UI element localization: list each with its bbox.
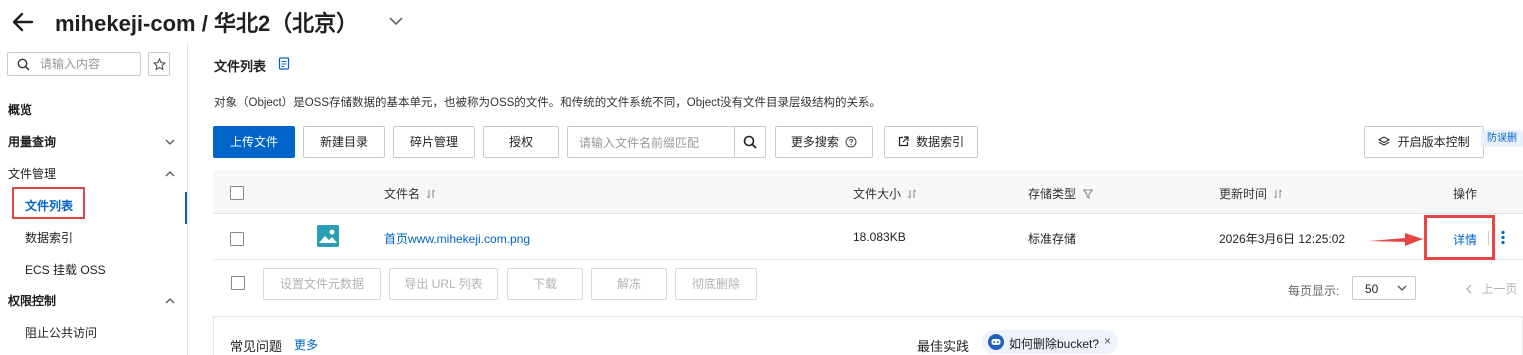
per-page-label: 每页显示:: [1288, 284, 1340, 298]
table-header: 文件名 文件大小 存储类型 更新时间 操作: [213, 170, 1523, 214]
sort-icon[interactable]: [1274, 189, 1283, 199]
file-search[interactable]: [567, 126, 766, 158]
page-title: mihekeji-com / 华北2（北京）: [55, 11, 359, 36]
storage-type: 标准存储: [1028, 232, 1077, 246]
sort-icon[interactable]: [427, 189, 436, 199]
sidebar-search-input[interactable]: [40, 55, 136, 73]
sidebar-item-usage[interactable]: 用量查询: [0, 128, 187, 156]
unfreeze-button[interactable]: 解冻: [591, 268, 667, 300]
bulk-select-checkbox[interactable]: [231, 276, 245, 290]
external-link-icon: [898, 136, 909, 147]
top-bar: mihekeji-com / 华北2（北京）: [0, 0, 1523, 44]
annotation-arrow-icon: [1369, 233, 1423, 246]
layers-icon: [1378, 136, 1391, 146]
back-arrow-icon[interactable]: [10, 9, 36, 35]
data-index-label: 数据索引: [916, 135, 965, 149]
column-header-actions: 操作: [1453, 187, 1478, 201]
chevron-left-icon: [1466, 284, 1472, 294]
column-header-label: 文件大小: [853, 187, 902, 201]
sidebar-item-block-public[interactable]: 阻止公共访问: [0, 319, 187, 347]
faq-title: 常见问题: [230, 339, 283, 354]
data-index-button[interactable]: 数据索引: [884, 126, 978, 158]
per-page-select[interactable]: 50: [1352, 276, 1416, 300]
row-checkbox[interactable]: [230, 232, 244, 246]
sidebar-item-label: ECS 挂载 OSS: [25, 263, 106, 277]
chevron-up-icon: [165, 298, 175, 304]
favorite-button[interactable]: [148, 52, 170, 76]
active-indicator: [185, 192, 187, 224]
more-vertical-icon[interactable]: [1500, 230, 1506, 245]
tag-label: 如何删除bucket?: [1009, 337, 1100, 351]
per-page-value: 50: [1365, 282, 1379, 296]
versioning-label: 开启版本控制: [1397, 135, 1470, 149]
filter-icon[interactable]: [1082, 189, 1094, 199]
star-icon: [153, 58, 166, 71]
document-icon[interactable]: [278, 57, 290, 70]
select-all-checkbox[interactable]: [230, 186, 244, 200]
chevron-down-icon[interactable]: [387, 12, 405, 30]
best-practice-tag[interactable]: 如何删除bucket? ×: [982, 330, 1118, 354]
sidebar-item-access-control[interactable]: 权限控制: [0, 287, 187, 315]
chevron-down-icon: [165, 139, 175, 145]
prev-page-label: 上一页: [1481, 282, 1518, 296]
sort-icon[interactable]: [908, 189, 917, 199]
file-search-input[interactable]: [579, 134, 729, 152]
section-title: 文件列表: [214, 59, 267, 74]
sidebar-item-data-index[interactable]: 数据索引: [0, 224, 187, 252]
sidebar-item-label: 用量查询: [8, 135, 57, 149]
upload-button[interactable]: 上传文件: [213, 126, 295, 158]
download-button[interactable]: 下载: [507, 268, 583, 300]
sidebar-item-ecs-mount[interactable]: ECS 挂载 OSS: [0, 256, 187, 284]
sidebar-item-label: 文件管理: [8, 167, 57, 181]
column-header-size[interactable]: 文件大小: [853, 185, 917, 202]
search-icon[interactable]: [743, 135, 757, 149]
sidebar-item-label: 概览: [8, 103, 33, 117]
detail-highlight-box: [1424, 215, 1495, 260]
chevron-down-icon: [1397, 285, 1407, 291]
question-circle-icon: [845, 136, 857, 148]
best-practice-title: 最佳实践: [917, 339, 970, 354]
sidebar-item-overview[interactable]: 概览: [0, 96, 187, 124]
anti-delete-badge: 防误删: [1481, 130, 1523, 147]
column-header-updated[interactable]: 更新时间: [1219, 185, 1283, 202]
authorize-button[interactable]: 授权: [483, 126, 559, 158]
export-url-button[interactable]: 导出 URL 列表: [389, 268, 498, 300]
set-metadata-button[interactable]: 设置文件元数据: [263, 268, 381, 300]
sidebar-item-label: 权限控制: [8, 294, 57, 308]
fragment-management-button[interactable]: 碎片管理: [393, 126, 475, 158]
more-search-button[interactable]: 更多搜索: [775, 126, 873, 158]
main-content: 文件列表 对象（Object）是OSS存储数据的基本单元，也被称为OSS的文件。…: [189, 44, 1523, 355]
delete-permanently-button[interactable]: 彻底删除: [675, 268, 757, 300]
file-size: 18.083KB: [853, 230, 906, 244]
updated-time: 2026年3月6日 12:25:02: [1219, 232, 1346, 246]
more-search-label: 更多搜索: [790, 135, 839, 149]
divider: [734, 127, 735, 157]
column-header-label: 文件名: [384, 187, 421, 201]
robot-icon: [988, 334, 1004, 350]
close-icon[interactable]: ×: [1104, 334, 1111, 348]
description: 对象（Object）是OSS存储数据的基本单元，也被称为OSS的文件。和传统的文…: [214, 97, 882, 109]
column-header-label: 更新时间: [1219, 187, 1268, 201]
sidebar: 概览 用量查询 文件管理 文件列表 数据索引 ECS 挂载 OSS 权限控制 阻…: [0, 44, 188, 355]
sidebar-search[interactable]: [7, 52, 141, 76]
column-header-storage[interactable]: 存储类型: [1028, 185, 1094, 202]
sidebar-item-file-management[interactable]: 文件管理: [0, 160, 187, 188]
chevron-up-icon: [165, 171, 175, 177]
search-icon: [17, 58, 30, 71]
enable-versioning-button[interactable]: 开启版本控制: [1364, 126, 1484, 158]
prev-page-button[interactable]: 上一页: [1465, 280, 1517, 297]
sidebar-item-label: 阻止公共访问: [25, 326, 98, 340]
new-directory-button[interactable]: 新建目录: [303, 126, 385, 158]
help-card: 常见问题 更多 最佳实践 如何删除bucket? ×: [213, 316, 1523, 355]
column-header-name[interactable]: 文件名: [384, 185, 436, 202]
image-file-icon: [317, 225, 339, 247]
file-name-link[interactable]: 首页www.mihekeji.com.png: [384, 230, 530, 247]
column-header-label: 存储类型: [1028, 187, 1077, 201]
sidebar-item-label: 数据索引: [25, 231, 74, 245]
highlight-box: [12, 187, 85, 219]
faq-more-link[interactable]: 更多: [294, 336, 318, 353]
table-row: 首页www.mihekeji.com.png 18.083KB 标准存储 202…: [213, 215, 1523, 260]
